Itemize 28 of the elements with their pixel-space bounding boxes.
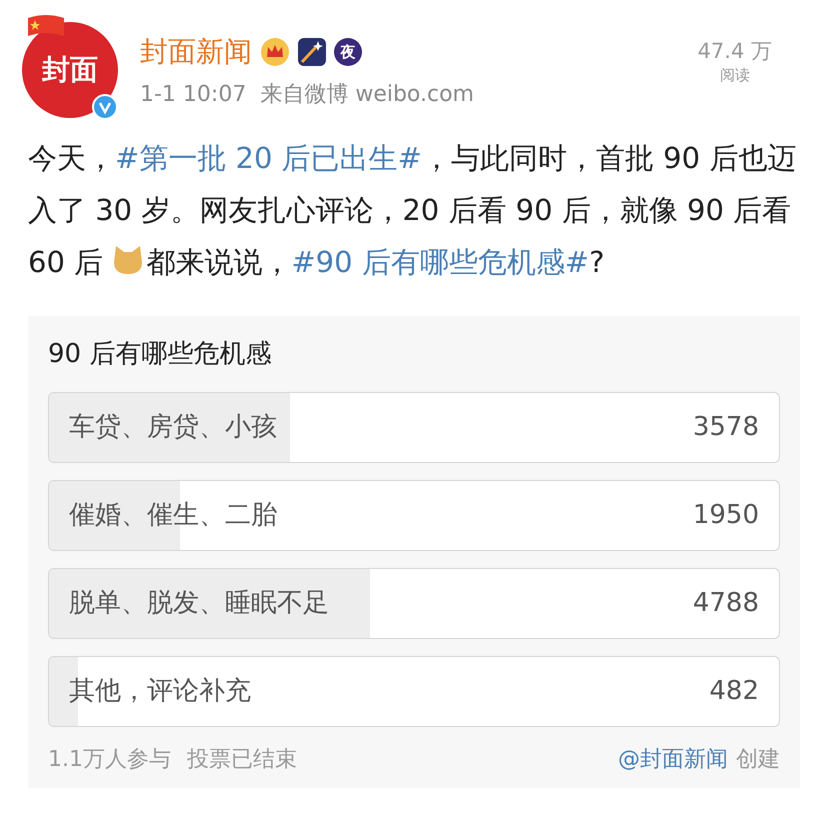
vote-count: 482 (709, 675, 759, 708)
avatar[interactable]: 封面 (22, 22, 118, 118)
option-label: 脱单、脱发、睡眠不足 (69, 587, 329, 620)
post-time: 1-1 10:07 (140, 81, 246, 109)
option-label: 其他，评论补充 (69, 675, 251, 708)
vote-count: 4788 (692, 587, 759, 620)
participant-count: 1.1万人参与 (48, 746, 171, 774)
vote-count: 1950 (692, 499, 759, 532)
poll-option[interactable]: 车贷、房贷、小孩 3578 (48, 392, 780, 463)
post-text: 今天，#第一批 20 后已出生#，与此同时，首批 90 后也迈入了 30 岁。网友扎心评论，20 后看 90 后，就像 90 后看 60 后 都来说说，#90 后有哪些危机感#? (27, 140, 798, 281)
crown-icon (260, 37, 290, 67)
author-name[interactable]: 封面新闻 (140, 34, 252, 70)
creator-link[interactable]: @封面新闻 (618, 743, 728, 776)
read-count: 47.4 万 (698, 38, 772, 64)
hashtag-link[interactable]: #第一批 20 后已出生# (115, 141, 422, 175)
vote-count: 3578 (692, 411, 759, 444)
read-label: 阅读 (720, 65, 750, 86)
poll-option[interactable]: 其他，评论补充 482 (48, 656, 780, 727)
poll-title: 90 后有哪些危机感 (48, 338, 272, 371)
night-badge: 夜 (334, 38, 362, 66)
option-label: 车贷、房贷、小孩 (69, 411, 277, 444)
created-label: 创建 (736, 746, 780, 774)
post-source: 来自微博 weibo.com (260, 81, 474, 109)
poll-option[interactable]: 脱单、脱发、睡眠不足 4788 (48, 568, 780, 639)
poll-option[interactable]: 催婚、催生、二胎 1950 (48, 480, 780, 551)
hashtag-link[interactable]: #90 后有哪些危机感# (291, 245, 590, 279)
option-label: 催婚、催生、二胎 (69, 499, 277, 532)
poll-status: 投票已结束 (187, 746, 297, 774)
